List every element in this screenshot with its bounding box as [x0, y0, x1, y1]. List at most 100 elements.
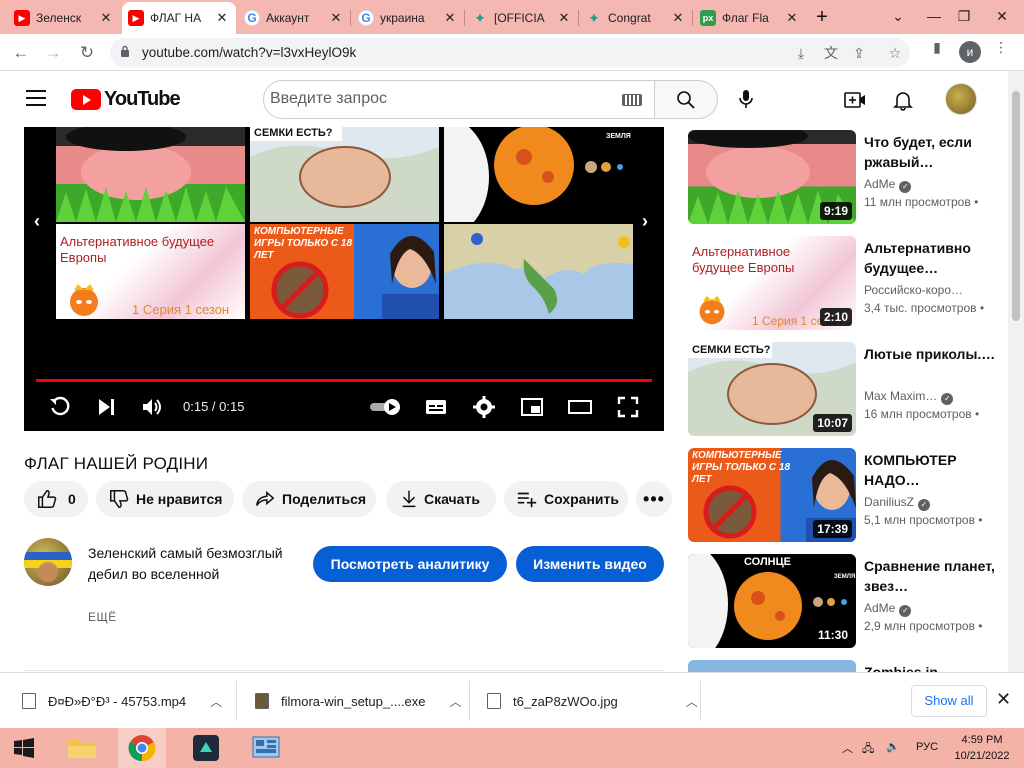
filmora-taskbar[interactable] — [182, 728, 230, 768]
chevron-up-icon[interactable]: ︿ — [450, 693, 462, 710]
fullscreen-icon[interactable] — [616, 395, 640, 419]
close-tab-icon[interactable]: ✕ — [214, 10, 230, 26]
notifications-bell-icon[interactable] — [891, 88, 915, 112]
chrome-taskbar[interactable] — [118, 728, 166, 768]
end-screen-next-icon[interactable]: › — [642, 211, 648, 232]
page-scrollbar[interactable] — [1008, 71, 1024, 680]
tab-5[interactable]: ✦ Congrat ✕ — [580, 4, 692, 32]
subtitles-icon[interactable] — [424, 395, 448, 419]
address-bar[interactable]: youtube.com/watch?v=l3vxHeylO9k ⤓ 文 ⇪ ☆ — [110, 38, 910, 67]
channel-name[interactable]: AdMe ✓ — [864, 599, 912, 617]
chrome-menu-icon[interactable]: ⋮ — [990, 37, 1012, 57]
restore-icon[interactable]: ❐ — [946, 2, 982, 30]
edit-video-button[interactable]: Изменить видео — [516, 546, 664, 582]
more-actions-button[interactable]: ••• — [636, 481, 672, 517]
show-all-downloads-button[interactable]: Show all — [911, 685, 987, 717]
tab-0[interactable]: ▶ Зеленск ✕ — [8, 4, 120, 32]
network-icon[interactable]: 🖧 — [862, 740, 874, 759]
volume-icon[interactable] — [140, 395, 164, 419]
taskbar-clock[interactable]: 4:59 PM 10/21/2022 — [951, 732, 1013, 764]
channel-name[interactable]: Max Maxim… ✓ — [864, 387, 954, 405]
file-explorer-taskbar[interactable] — [58, 728, 106, 768]
reload-icon[interactable]: ↻ — [74, 40, 100, 66]
control-panel-taskbar[interactable] — [242, 728, 290, 768]
video-thumbnail[interactable]: КОМПЬЮТЕРНЫЕ ИГРЫ ТОЛЬКО С 18 ЛЕТ 17:39 — [688, 448, 856, 542]
miniplayer-icon[interactable] — [520, 395, 544, 419]
back-arrow-icon[interactable]: ← — [8, 40, 34, 66]
video-player[interactable]: ‹ › СЕМКИ ЕСТЬ? ЗЕМЛЯ Альтернативное буд… — [24, 127, 664, 431]
search-button[interactable] — [654, 80, 718, 119]
tab-6[interactable]: px Флаг Fla ✕ — [694, 4, 806, 32]
channel-name[interactable]: DaniliusZ ✓ — [864, 493, 931, 511]
tab-1-active[interactable]: ▶ ФЛАГ НА ✕ — [122, 2, 236, 34]
recommended-video-3[interactable]: СЕМКИ ЕСТЬ? 10:07 Лютые приколы.… Max Ma… — [688, 342, 1000, 438]
like-button[interactable]: 0 — [24, 481, 88, 517]
end-screen-video-3[interactable]: ЗЕМЛЯ — [444, 127, 633, 222]
video-thumbnail[interactable]: СОЛНЦЕ ЗЕМЛЯ 11:30 — [688, 554, 856, 648]
video-thumbnail[interactable]: Альтернативное будущее Европы 1 Серия 1 … — [688, 236, 856, 330]
autoplay-toggle-icon[interactable] — [368, 395, 404, 419]
close-tab-icon[interactable]: ✕ — [556, 10, 572, 26]
recommended-video-2[interactable]: Альтернативное будущее Европы 1 Серия 1 … — [688, 236, 1000, 332]
search-input[interactable] — [270, 90, 610, 108]
chevron-up-icon[interactable]: ︿ — [686, 693, 698, 710]
forward-arrow-icon[interactable]: → — [40, 40, 66, 66]
channel-name[interactable]: Российско-коро… — [864, 281, 963, 299]
dislike-button[interactable]: Не нравится — [96, 481, 234, 517]
install-app-icon[interactable]: ⤓ — [790, 43, 812, 63]
recommended-video-4[interactable]: КОМПЬЮТЕРНЫЕ ИГРЫ ТОЛЬКО С 18 ЛЕТ 17:39 … — [688, 448, 1000, 544]
windows-start-button[interactable] — [0, 728, 48, 768]
video-thumbnail[interactable]: 9:19 — [688, 130, 856, 224]
tab-3[interactable]: G украина ✕ — [352, 4, 464, 32]
end-screen-video-4[interactable]: Альтернативное будущее Европы 1 Серия 1 … — [56, 224, 245, 319]
translate-icon[interactable]: 文 — [820, 43, 842, 63]
theater-mode-icon[interactable] — [568, 395, 592, 419]
end-screen-video-5[interactable]: КОМПЬЮТЕРНЫЕ ИГРЫ ТОЛЬКО С 18 ЛЕТ — [250, 224, 439, 319]
volume-tray-icon[interactable]: 🔈 — [886, 740, 900, 753]
scrollbar-thumb[interactable] — [1012, 91, 1020, 321]
show-more-link[interactable]: ЕЩЁ — [88, 610, 117, 624]
download-item-1[interactable]: Ð¤Ð»Ð°Ð³ - 45753.mp4 ︿ — [22, 673, 222, 729]
window-close-icon[interactable]: ✕ — [984, 2, 1020, 30]
recommended-title[interactable]: Zombies in — [864, 662, 1000, 672]
recommended-title[interactable]: Что будет, если ржавый… — [864, 132, 1000, 172]
replay-icon[interactable] — [48, 395, 72, 419]
view-analytics-button[interactable]: Посмотреть аналитику — [313, 546, 507, 582]
share-button[interactable]: Поделиться — [242, 481, 376, 517]
share-icon[interactable]: ⇪ — [848, 43, 870, 63]
channel-avatar[interactable] — [24, 538, 72, 586]
close-tab-icon[interactable]: ✕ — [670, 10, 686, 26]
recommended-video-6[interactable]: Zombies in — [688, 660, 1000, 672]
close-tab-icon[interactable]: ✕ — [784, 10, 800, 26]
create-video-icon[interactable] — [843, 88, 867, 112]
hamburger-menu-icon[interactable] — [26, 90, 46, 106]
settings-gear-icon[interactable] — [472, 395, 496, 419]
download-button[interactable]: Скачать — [386, 481, 496, 517]
download-item-3[interactable]: t6_zaP8zWOo.jpg ︿ — [487, 673, 698, 729]
recommended-title[interactable]: Сравнение планет, звез… — [864, 556, 1000, 596]
close-tab-icon[interactable]: ✕ — [328, 10, 344, 26]
recommended-title[interactable]: КОМПЬЮТЕР НАДО… — [864, 450, 1000, 490]
account-avatar[interactable] — [945, 83, 977, 115]
channel-name[interactable]: AdMe ✓ — [864, 175, 912, 193]
tab-4[interactable]: ✦ [OFFICIA ✕ — [466, 4, 578, 32]
recommended-title[interactable]: Альтернативно будущее… — [864, 238, 1000, 278]
tray-overflow-chevron-icon[interactable]: ︿ — [842, 740, 853, 756]
end-screen-video-6[interactable] — [444, 224, 633, 319]
input-language[interactable]: РУС — [916, 741, 938, 753]
save-button[interactable]: Сохранить — [504, 481, 628, 517]
recommended-title[interactable]: Лютые приколы.… — [864, 344, 1000, 364]
recommended-video-1[interactable]: 9:19 Что будет, если ржавый… AdMe ✓ 11 мл… — [688, 130, 1000, 226]
close-shelf-icon[interactable]: ✕ — [996, 689, 1011, 710]
microphone-icon[interactable] — [734, 87, 758, 111]
close-tab-icon[interactable]: ✕ — [98, 10, 114, 26]
new-tab-icon[interactable]: + — [810, 4, 834, 30]
download-item-2[interactable]: filmora-win_setup_....exe ︿ — [255, 673, 462, 729]
video-thumbnail[interactable]: СЕМКИ ЕСТЬ? 10:07 — [688, 342, 856, 436]
recommended-video-5[interactable]: СОЛНЦЕ ЗЕМЛЯ 11:30 Сравнение планет, зве… — [688, 554, 1000, 650]
browser-profile-avatar[interactable]: и — [959, 41, 981, 63]
end-screen-video-2[interactable]: СЕМКИ ЕСТЬ? — [250, 127, 439, 222]
next-video-icon[interactable] — [94, 395, 118, 419]
end-screen-prev-icon[interactable]: ‹ — [34, 211, 40, 232]
close-tab-icon[interactable]: ✕ — [442, 10, 458, 26]
